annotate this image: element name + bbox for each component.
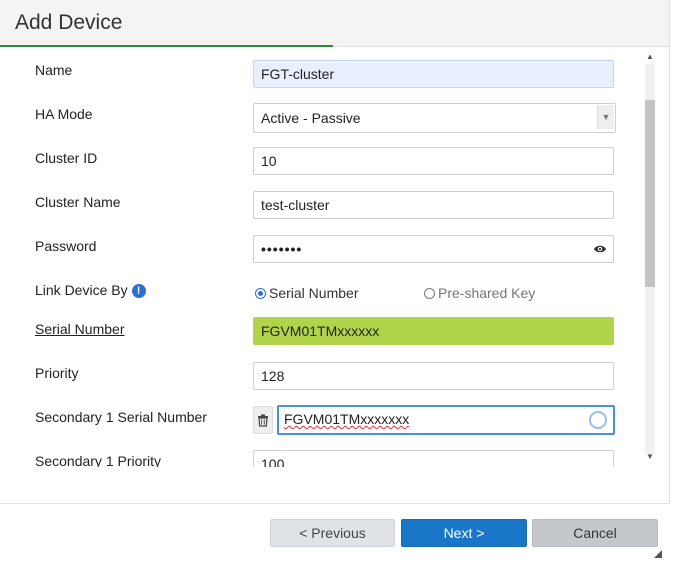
scrollbar-thumb[interactable] xyxy=(645,100,655,287)
dialog-right-border xyxy=(669,0,676,561)
previous-button[interactable]: < Previous xyxy=(270,519,395,547)
ha-mode-select[interactable]: Active - Passive ▼ xyxy=(253,103,616,133)
cluster-id-field[interactable]: 10 xyxy=(253,147,614,175)
delete-secondary-button[interactable] xyxy=(253,406,273,434)
cluster-id-label: Cluster ID xyxy=(35,150,98,166)
dialog-header: Add Device xyxy=(0,0,670,47)
info-icon[interactable]: ! xyxy=(131,284,146,299)
password-value: ••••••• xyxy=(261,241,303,257)
link-device-by-text: Link Device By xyxy=(35,282,128,298)
radio-serial-number-label: Serial Number xyxy=(269,285,359,301)
eye-icon[interactable] xyxy=(593,242,607,256)
radio-serial-number[interactable]: Serial Number xyxy=(255,285,358,301)
add-device-form: Name FGT-cluster HA Mode Active - Passiv… xyxy=(0,47,640,467)
password-label: Password xyxy=(35,238,97,254)
radio-selected-icon xyxy=(255,287,266,299)
link-device-by-label: Link Device By! xyxy=(35,282,146,299)
cluster-name-label: Cluster Name xyxy=(35,194,121,210)
trash-icon xyxy=(258,414,268,427)
radio-unselected-icon xyxy=(424,287,435,299)
next-button[interactable]: Next > xyxy=(401,519,527,547)
resize-handle-icon[interactable] xyxy=(654,550,662,558)
radio-pre-shared-key-label: Pre-shared Key xyxy=(438,285,536,301)
secondary1-priority-field[interactable]: 100 xyxy=(253,450,614,467)
ha-mode-label: HA Mode xyxy=(35,106,93,122)
chevron-down-icon[interactable]: ▼ xyxy=(597,105,614,129)
secondary1-serial-label: Secondary 1 Serial Number xyxy=(35,409,207,425)
priority-label: Priority xyxy=(35,365,79,381)
ha-mode-value: Active - Passive xyxy=(261,110,361,126)
cluster-name-field[interactable]: test-cluster xyxy=(253,191,614,219)
priority-field[interactable]: 128 xyxy=(253,362,614,390)
name-field[interactable]: FGT-cluster xyxy=(253,60,614,88)
form-scrollbar[interactable]: ▲ ▼ xyxy=(642,50,658,468)
secondary1-serial-field[interactable]: FGVM01TMxxxxxxx xyxy=(277,405,615,435)
secondary1-priority-label: Secondary 1 Priority xyxy=(35,453,162,467)
name-label: Name xyxy=(35,62,73,78)
cancel-button[interactable]: Cancel xyxy=(532,519,658,547)
dialog-title: Add Device xyxy=(15,11,123,34)
scroll-down-icon[interactable]: ▼ xyxy=(644,452,656,462)
radio-pre-shared-key[interactable]: Pre-shared Key xyxy=(424,285,535,301)
scroll-up-icon[interactable]: ▲ xyxy=(644,52,656,62)
dialog-footer: < Previous Next > Cancel xyxy=(0,503,670,562)
serial-number-label: Serial Number xyxy=(35,321,125,337)
clock-icon xyxy=(589,411,607,429)
serial-number-field[interactable]: FGVM01TMxxxxxx xyxy=(253,317,614,345)
password-field[interactable]: ••••••• xyxy=(253,235,614,263)
secondary1-serial-value: FGVM01TMxxxxxxx xyxy=(284,411,410,427)
